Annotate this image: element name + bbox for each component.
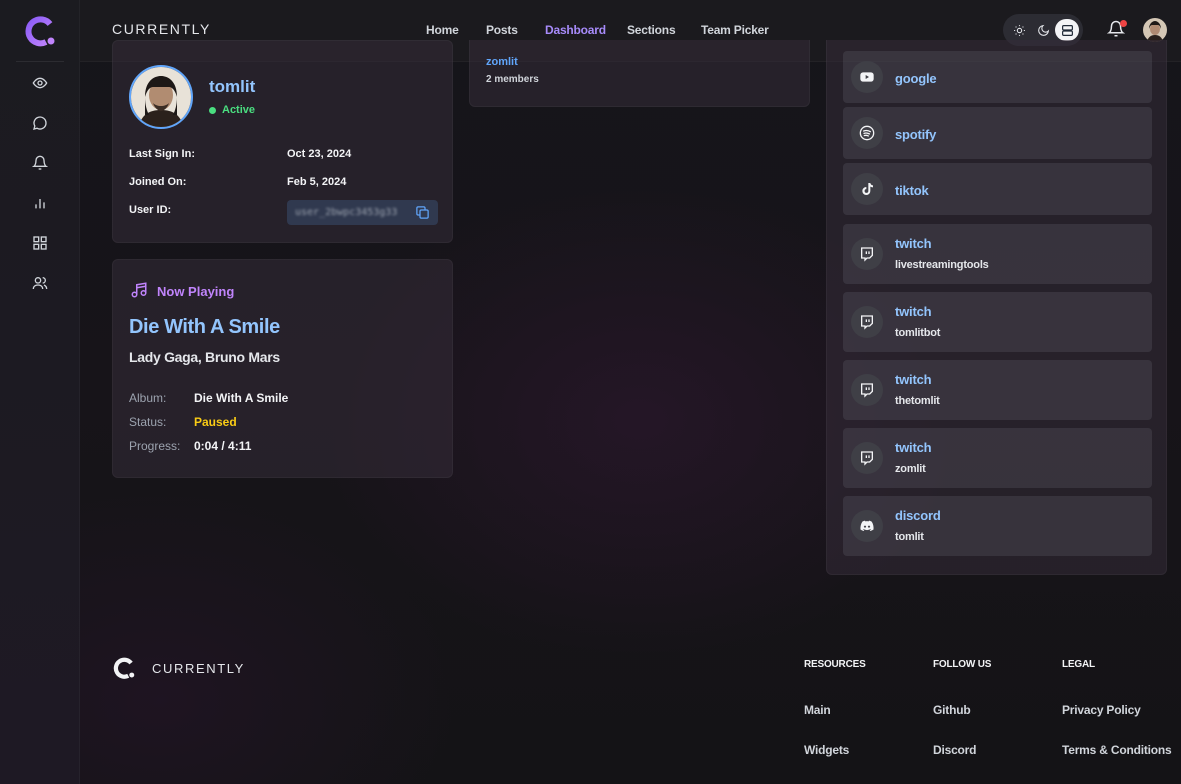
now-playing-card: Now Playing Die With A Smile Lady Gaga, … [112, 259, 453, 478]
connection-account: thetomlit [895, 395, 940, 407]
footer-link-privacy[interactable]: Privacy Policy [1062, 703, 1141, 717]
connection-item-tiktok[interactable]: tiktok [843, 163, 1152, 215]
moon-icon[interactable] [1033, 20, 1053, 40]
progress-label: Progress: [129, 439, 181, 453]
last-sign-in-label: Last Sign In: [129, 148, 195, 160]
system-icon[interactable] [1055, 19, 1079, 41]
twitch-icon [851, 306, 883, 338]
footer-logo-icon[interactable] [112, 656, 136, 680]
chat-icon[interactable] [30, 113, 50, 133]
footer-link-widgets[interactable]: Widgets [804, 743, 849, 757]
footer-link-main[interactable]: Main [804, 703, 831, 717]
brand-name[interactable]: CURRENTLY [112, 21, 211, 37]
copy-icon[interactable] [415, 205, 430, 220]
currently-logo-icon [25, 15, 55, 46]
connection-item-twitch-livestreamingtools[interactable]: twitch livestreamingtools [843, 224, 1152, 284]
connection-name: twitch [895, 440, 932, 455]
now-playing-heading: Now Playing [157, 284, 235, 299]
music-note-icon [129, 281, 149, 302]
connection-item-discord[interactable]: discord tomlit [843, 496, 1152, 556]
joined-value: Feb 5, 2024 [287, 176, 347, 188]
nav-posts[interactable]: Posts [486, 23, 518, 37]
connection-item-google[interactable]: google [843, 51, 1152, 103]
users-icon[interactable] [30, 273, 50, 293]
youtube-icon [851, 61, 883, 93]
last-sign-in-value: Oct 23, 2024 [287, 148, 352, 160]
connection-item-spotify[interactable]: spotify [843, 107, 1152, 159]
spotify-icon [851, 117, 883, 149]
playback-status-label: Status: [129, 415, 167, 429]
playback-status-value: Paused [194, 415, 237, 429]
footer-link-github[interactable]: Github [933, 703, 971, 717]
track-title: Die With A Smile [129, 316, 280, 338]
footer-resources-heading: RESOURCES [804, 659, 866, 670]
user-id-field: user_2bwpc3453g33 [287, 200, 438, 225]
sun-icon[interactable] [1009, 20, 1029, 40]
footer-legal-heading: LEGAL [1062, 659, 1095, 670]
footer-link-discord[interactable]: Discord [933, 743, 976, 757]
user-id-value: user_2bwpc3453g33 [295, 207, 398, 218]
user-avatar[interactable] [1143, 18, 1167, 42]
logo[interactable] [16, 0, 64, 62]
footer-brand[interactable]: CURRENTLY [152, 661, 245, 676]
connection-account: zomlit [895, 463, 926, 475]
joined-label: Joined On: [129, 176, 187, 188]
connection-name: twitch [895, 372, 932, 387]
album-value: Die With A Smile [194, 391, 289, 405]
footer-follow-heading: FOLLOW US [933, 659, 992, 670]
progress-value: 0:04 / 4:11 [194, 439, 252, 453]
connections-card: google spotify tiktok twitch livestreami… [826, 40, 1167, 575]
profile-username: tomlit [209, 77, 256, 96]
profile-status: Active [209, 104, 255, 116]
connection-name: tiktok [895, 183, 929, 198]
user-id-label: User ID: [129, 204, 172, 216]
status-text: Active [222, 104, 256, 116]
notifications-bell-icon[interactable] [1106, 19, 1127, 41]
discord-icon [851, 510, 883, 542]
album-label: Album: [129, 391, 167, 405]
profile-card: tomlit Active Last Sign In: Oct 23, 2024… [112, 40, 453, 243]
now-playing-header: Now Playing [129, 281, 234, 302]
status-dot [209, 106, 216, 114]
team-members-count: 2 members [486, 74, 539, 85]
chart-icon[interactable] [30, 193, 50, 213]
track-artist: Lady Gaga, Bruno Mars [129, 349, 280, 365]
connection-account: livestreamingtools [895, 259, 989, 271]
team-card: zomlit 2 members [469, 40, 810, 107]
twitch-icon [851, 238, 883, 270]
connection-name: google [895, 71, 937, 86]
bell-icon[interactable] [30, 153, 50, 173]
connection-name: twitch [895, 236, 932, 251]
grid-icon[interactable] [30, 233, 50, 253]
connection-account: tomlitbot [895, 327, 941, 339]
nav-home[interactable]: Home [426, 23, 459, 37]
sidebar [0, 0, 80, 784]
connection-item-twitch-zomlit[interactable]: twitch zomlit [843, 428, 1152, 488]
twitch-icon [851, 442, 883, 474]
connection-item-twitch-tomlitbot[interactable]: twitch tomlitbot [843, 292, 1152, 352]
connection-item-twitch-thetomlit[interactable]: twitch thetomlit [843, 360, 1152, 420]
nav-sections[interactable]: Sections [627, 23, 676, 37]
profile-avatar [129, 65, 193, 129]
connection-name: spotify [895, 127, 937, 142]
footer-link-terms[interactable]: Terms & Conditions [1062, 743, 1172, 757]
connection-name: twitch [895, 304, 932, 319]
twitch-icon [851, 374, 883, 406]
connection-account: tomlit [895, 531, 924, 543]
notification-dot [1120, 20, 1127, 27]
team-name[interactable]: zomlit [486, 56, 518, 68]
nav-team-picker[interactable]: Team Picker [701, 23, 769, 37]
nav-dashboard[interactable]: Dashboard [545, 23, 606, 37]
connection-name: discord [895, 508, 941, 523]
eye-icon[interactable] [30, 73, 50, 93]
tiktok-icon [851, 173, 883, 205]
